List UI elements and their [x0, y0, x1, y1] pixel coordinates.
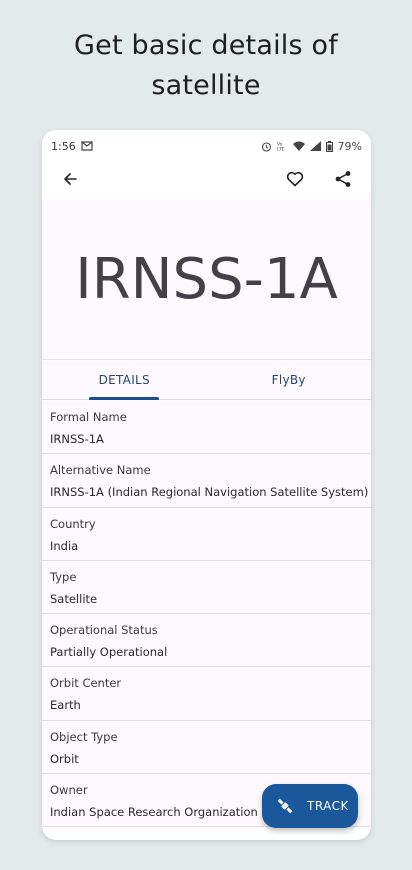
share-icon	[334, 170, 352, 192]
satellite-name: IRNSS-1A	[75, 247, 338, 312]
back-button[interactable]	[55, 166, 85, 196]
heart-outline-icon	[286, 171, 304, 191]
detail-row-orbit-center: Orbit Center Earth	[42, 667, 371, 721]
tab-bar: DETAILS FlyBy	[42, 361, 371, 400]
detail-row-operational-status: Operational Status Partially Operational	[42, 614, 371, 668]
promo-title: Get basic details of satellite	[0, 26, 412, 106]
detail-value: Partially Operational	[50, 645, 168, 660]
detail-value: IRNSS-1A (Indian Regional Navigation Sat…	[50, 485, 369, 500]
detail-value: Earth	[50, 698, 81, 713]
back-arrow-icon	[62, 171, 78, 191]
phone-screen: 1:56 Vo LTE 79% IRNSS-1A DETAILS FlyBy F…	[42, 130, 371, 840]
status-time: 1:56	[51, 139, 76, 153]
detail-value: IRNSS-1A	[50, 432, 104, 446]
detail-label: Type	[50, 569, 77, 584]
satellite-header: IRNSS-1A	[42, 200, 371, 360]
detail-label: Country	[50, 516, 96, 531]
detail-row-object-type: Object Type Orbit	[42, 721, 371, 775]
battery-percent: 79%	[337, 139, 362, 153]
detail-row-country: Country India	[42, 508, 371, 561]
detail-value: Orbit	[50, 751, 79, 766]
svg-text:LTE: LTE	[277, 147, 285, 152]
alarm-icon	[261, 141, 272, 152]
share-button[interactable]	[328, 166, 358, 196]
volte-icon: Vo LTE	[277, 141, 288, 152]
detail-row-formal-name: Formal Name IRNSS-1A	[42, 401, 371, 455]
detail-label: Object Type	[50, 729, 118, 744]
detail-value: Satellite	[50, 591, 98, 606]
detail-label: Operational Status	[50, 623, 158, 638]
satellite-icon	[275, 796, 295, 816]
tab-details[interactable]: DETAILS	[42, 361, 207, 399]
status-bar: 1:56 Vo LTE 79%	[42, 130, 371, 162]
details-list: Formal Name IRNSS-1A Alternative Name IR…	[42, 401, 371, 828]
app-bar	[42, 162, 371, 200]
favorite-button[interactable]	[280, 166, 310, 196]
detail-row-type: Type Satellite	[42, 561, 371, 615]
detail-value: India	[50, 538, 79, 553]
promo-title-line-2: satellite	[151, 70, 261, 101]
wifi-icon	[292, 141, 305, 151]
detail-label: Formal Name	[50, 410, 127, 424]
promo-title-line-1: Get basic details of	[74, 30, 338, 61]
detail-row-alternative-name: Alternative Name IRNSS-1A (Indian Region…	[42, 454, 371, 508]
track-button[interactable]: TRACK	[262, 784, 358, 828]
detail-label: Alternative Name	[50, 463, 151, 478]
tab-flyby[interactable]: FlyBy	[207, 361, 372, 399]
detail-label: Orbit Center	[50, 676, 122, 691]
signal-icon	[309, 141, 321, 151]
track-label: TRACK	[307, 799, 349, 813]
gmail-icon	[81, 141, 93, 151]
status-icons: Vo LTE 79%	[261, 140, 362, 153]
battery-icon	[325, 140, 333, 152]
